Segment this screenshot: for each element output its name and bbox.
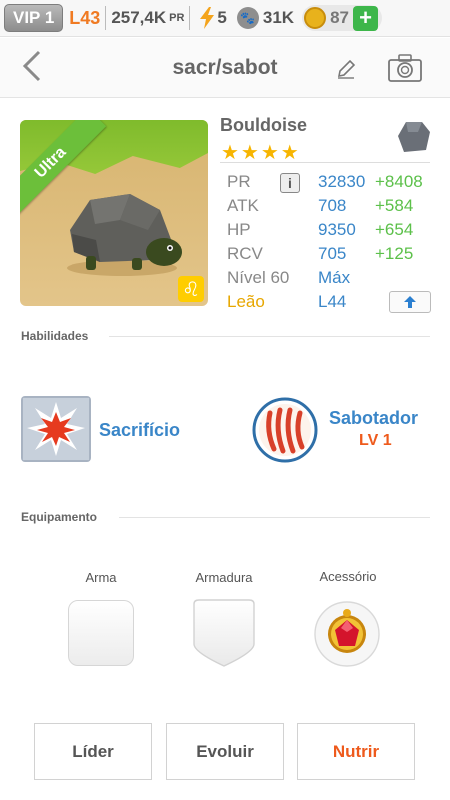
stat-row-sign: Leão L44 [227,291,437,316]
turtle-pet-image [67,194,182,276]
page-title: sacr/sabot [172,56,278,79]
explosion-icon [21,396,91,462]
pet-portrait[interactable]: Ultra ♌ [20,120,208,306]
stat-label: ATK [227,196,259,215]
skill-saboteur-button[interactable] [252,397,318,463]
stat-bonus: +125 [375,244,414,263]
divider [109,336,430,337]
stat-row-level: Nível 60 Máx [227,268,437,292]
zodiac-leo-icon: ♌ [178,276,204,302]
stat-value: 705 [318,244,347,263]
leader-button[interactable]: Líder [34,723,152,780]
shield-slot-icon [193,599,255,667]
skill-sacrifice-button[interactable] [21,396,91,462]
stat-label: PR [227,172,251,191]
claw-marks-icon [252,397,318,463]
stat-label: RCV [227,244,263,263]
skill-saboteur-name: Sabotador [329,408,419,428]
player-level: L43 [69,7,101,28]
stat-value: 32830 [318,172,366,191]
camera-icon[interactable] [388,54,422,82]
paw-counter[interactable]: 🐾 31K [236,7,295,29]
stat-bonus: +8408 [375,172,423,191]
stat-bonus: +654 [375,220,414,239]
paw-value: 31K [262,8,295,27]
section-title-abilities: Habilidades [21,329,89,343]
stat-bonus: +584 [375,196,414,215]
lightning-icon [200,7,215,29]
add-coins-button[interactable]: + [353,5,378,31]
info-button[interactable]: i [280,173,300,193]
energy-value: 5 [217,8,227,27]
evolve-button[interactable]: Evoluir [166,723,284,780]
zodiac-sign-label: Leão [227,292,265,311]
feed-button[interactable]: Nutrir [297,723,415,780]
vip-badge[interactable]: VIP 1 [4,4,64,32]
zodiac-sign-level: L44 [318,292,347,311]
level-value: Máx [318,268,351,287]
status-bar: VIP 1 L43 257,4K PR 5 🐾 31K 87 + [0,0,450,37]
stat-row-pr: PR i 32830 +8408 [227,172,437,196]
skill-saboteur-level: LV 1 [359,432,392,449]
weapon-slot[interactable] [68,600,134,666]
level-label: Nível 60 [227,268,290,287]
pet-name: Bouldoise [220,115,308,135]
divider [189,6,191,30]
equip-label-armor: Armadura [195,570,253,585]
accessory-slot[interactable] [313,600,381,668]
coin-counter[interactable]: 87 + [302,5,382,31]
player-pr-value: 257,4K [111,8,167,27]
stat-value: 9350 [318,220,356,239]
armor-slot[interactable] [191,598,257,668]
coin-icon [304,7,327,29]
divider [220,162,430,163]
pencil-icon[interactable] [335,58,357,80]
divider [119,517,430,518]
paw-icon: 🐾 [236,7,259,29]
stat-label: HP [227,220,251,239]
stat-row-atk: ATK 708 +584 [227,196,437,220]
ruby-amulet-icon [314,601,380,667]
energy-counter[interactable]: 5 [199,7,227,29]
header: sacr/sabot [0,38,450,98]
divider [105,6,107,30]
stat-row-rcv: RCV 705 +125 [227,244,437,268]
player-pr-unit: PR [169,12,185,24]
equip-label-weapon: Arma [85,570,117,585]
rock-element-icon [398,122,430,152]
section-title-equipment: Equipamento [21,510,98,524]
upgrade-sign-button[interactable] [389,291,431,313]
skill-sacrifice-name: Sacrifício [99,420,181,440]
arrow-up-icon [404,296,416,308]
equip-label-accessory: Acessório [319,569,377,584]
stat-row-hp: HP 9350 +654 [227,220,437,244]
coin-value: 87 [330,8,349,27]
stat-value: 708 [318,196,347,215]
